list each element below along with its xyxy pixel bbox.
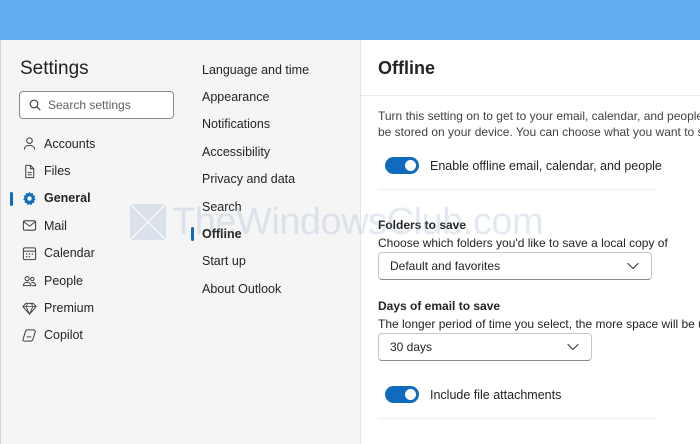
sidebar-item-label: Calendar <box>44 246 95 261</box>
sidebar-item-label: Files <box>44 164 71 179</box>
subnav-item-language-and-time[interactable]: Language and time <box>186 56 360 83</box>
chevron-down-icon <box>567 341 579 353</box>
sidebar-item-label: People <box>44 273 83 288</box>
subnav-item-appearance[interactable]: Appearance <box>186 83 360 110</box>
people-icon <box>21 273 37 289</box>
folders-to-save-description: Choose which folders you'd like to save … <box>378 236 668 250</box>
folders-dropdown[interactable]: Default and favorites <box>378 252 652 280</box>
enable-offline-row: Enable offline email, calendar, and peop… <box>385 157 662 174</box>
subnav-list: Language and time Appearance Notificatio… <box>186 56 360 303</box>
folders-dropdown-value: Default and favorites <box>390 259 501 273</box>
enable-offline-toggle[interactable] <box>385 157 419 174</box>
subnav-item-privacy-and-data[interactable]: Privacy and data <box>186 166 360 193</box>
divider <box>361 95 700 96</box>
include-attachments-row: Include file attachments <box>385 386 561 403</box>
description-line: be stored on your device. You can choose… <box>378 125 700 139</box>
sidebar-item-premium[interactable]: Premium <box>1 294 187 321</box>
page-title: Offline <box>378 58 435 78</box>
subnav-item-start-up[interactable]: Start up <box>186 248 360 275</box>
subnav-item-accessibility[interactable]: Accessibility <box>186 138 360 165</box>
sidebar-item-label: Accounts <box>44 136 96 151</box>
settings-title: Settings <box>20 58 89 79</box>
gear-icon <box>21 190 37 206</box>
chevron-down-icon <box>627 260 639 272</box>
mail-icon <box>21 218 37 234</box>
subnav-item-notifications[interactable]: Notifications <box>186 111 360 138</box>
subnav-item-offline[interactable]: Offline <box>186 220 360 247</box>
person-icon <box>21 136 37 152</box>
description-line: Turn this setting on to get to your emai… <box>378 109 700 123</box>
sidebar-item-copilot[interactable]: Copilot <box>1 322 187 349</box>
sidebar-item-label: Premium <box>44 301 95 316</box>
include-attachments-label: Include file attachments <box>430 387 562 402</box>
subnav-item-about-outlook[interactable]: About Outlook <box>186 275 360 302</box>
copilot-icon <box>21 327 37 343</box>
calendar-icon <box>21 245 37 261</box>
enable-offline-label: Enable offline email, calendar, and peop… <box>430 158 662 173</box>
diamond-icon <box>21 300 37 316</box>
general-subnav: Language and time Appearance Notificatio… <box>186 40 360 444</box>
sidebar-item-label: Copilot <box>44 328 83 343</box>
include-attachments-toggle[interactable] <box>385 386 419 403</box>
search-settings-box[interactable] <box>19 91 174 119</box>
days-of-email-label: Days of email to save <box>378 299 501 313</box>
divider <box>378 189 656 190</box>
settings-category-list: Accounts Files General Mail Calendar Peo… <box>1 130 187 349</box>
days-dropdown-value: 30 days <box>390 340 433 354</box>
sidebar-item-calendar[interactable]: Calendar <box>1 240 187 267</box>
divider <box>378 418 656 419</box>
subnav-item-search[interactable]: Search <box>186 193 360 220</box>
offline-settings-panel: Offline Turn this setting on to get to y… <box>360 40 700 444</box>
title-bar <box>0 0 700 40</box>
search-icon <box>28 98 42 112</box>
days-of-email-description: The longer period of time you select, th… <box>378 317 700 331</box>
settings-sidebar: Settings Accounts Files General <box>0 40 186 444</box>
days-dropdown[interactable]: 30 days <box>378 333 592 361</box>
search-settings-input[interactable] <box>48 98 168 112</box>
sidebar-item-label: Mail <box>44 218 67 233</box>
sidebar-item-files[interactable]: Files <box>1 157 187 184</box>
sidebar-item-general[interactable]: General <box>1 185 187 212</box>
sidebar-item-accounts[interactable]: Accounts <box>1 130 187 157</box>
file-icon <box>21 163 37 179</box>
folders-to-save-label: Folders to save <box>378 218 467 232</box>
sidebar-item-people[interactable]: People <box>1 267 187 294</box>
offline-description: Turn this setting on to get to your emai… <box>378 108 700 140</box>
sidebar-item-label: General <box>44 191 91 206</box>
sidebar-item-mail[interactable]: Mail <box>1 212 187 239</box>
